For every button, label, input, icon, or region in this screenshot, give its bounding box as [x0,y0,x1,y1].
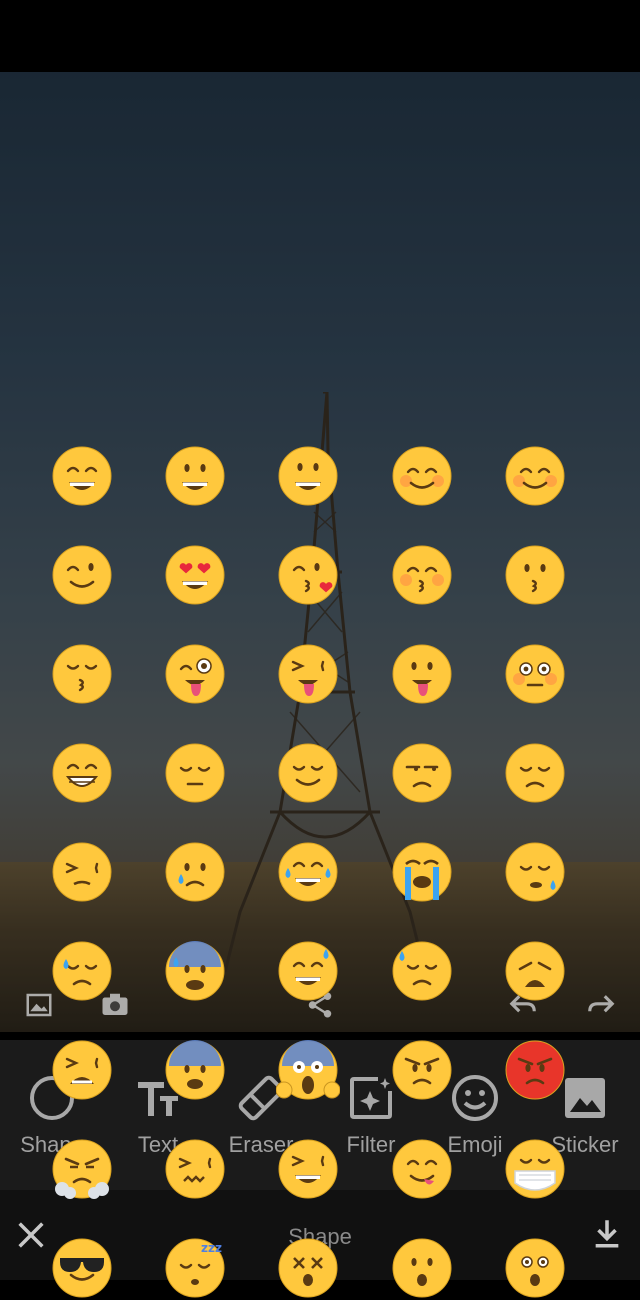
persevering-face-icon[interactable] [50,840,114,904]
loudly-crying-face-icon[interactable] [390,840,454,904]
face-screaming-in-fear-icon[interactable] [276,1038,340,1102]
face-savoring-food-icon[interactable] [390,1137,454,1201]
relieved-face-icon[interactable] [276,741,340,805]
smiling-face-blush-icon[interactable] [503,444,567,508]
astonished-face-icon[interactable] [503,1236,567,1300]
face-with-medical-mask-icon[interactable] [503,1137,567,1201]
fearful-face-icon[interactable] [163,1038,227,1102]
tired-face-icon[interactable] [50,1038,114,1102]
kissing-face-smiling-eyes-icon[interactable] [390,543,454,607]
crying-face-icon[interactable] [163,840,227,904]
smiling-face-smiling-eyes-icon[interactable] [390,444,454,508]
status-bar [0,0,640,72]
beaming-face-icon[interactable] [50,741,114,805]
smiley-face-icon[interactable] [163,444,227,508]
downcast-face-sweat-icon[interactable] [390,939,454,1003]
face-blowing-kiss-icon[interactable] [276,543,340,607]
squinting-face-icon[interactable] [276,1137,340,1201]
grinning-face-icon[interactable] [50,444,114,508]
download-icon[interactable] [590,1216,624,1250]
dizzy-face-icon[interactable] [276,1236,340,1300]
grinning-face-sweat-icon[interactable] [276,939,340,1003]
svg-text:zzz: zzz [201,1241,222,1255]
smiling-face-sunglasses-icon[interactable] [50,1236,114,1300]
disappointed-face-icon[interactable] [503,741,567,805]
face-with-tongue-icon[interactable] [390,642,454,706]
sleeping-face-icon[interactable]: zzz [163,1236,227,1300]
grinning-face-big-eyes-icon[interactable] [276,444,340,508]
hushed-face-icon[interactable] [390,1236,454,1300]
confounded-face-icon[interactable] [163,1137,227,1201]
heart-eyes-face-icon[interactable] [163,543,227,607]
winking-face-icon[interactable] [50,543,114,607]
kissing-face-icon[interactable] [503,543,567,607]
redo-icon[interactable] [586,990,616,1020]
kissing-face-closed-eyes-icon[interactable] [50,642,114,706]
winking-face-tongue-icon[interactable] [163,642,227,706]
sad-relieved-face-icon[interactable] [50,939,114,1003]
unamused-face-icon[interactable] [390,741,454,805]
angry-face-icon[interactable] [390,1038,454,1102]
tears-of-joy-icon[interactable] [276,840,340,904]
flushed-face-icon[interactable] [503,642,567,706]
squinting-face-tongue-icon[interactable] [276,642,340,706]
weary-face-icon[interactable] [503,939,567,1003]
sleepy-face-icon[interactable] [503,840,567,904]
pensive-face-icon[interactable] [163,741,227,805]
anxious-face-sweat-icon[interactable] [163,939,227,1003]
face-with-steam-icon[interactable] [50,1137,114,1201]
pouting-face-icon[interactable] [503,1038,567,1102]
